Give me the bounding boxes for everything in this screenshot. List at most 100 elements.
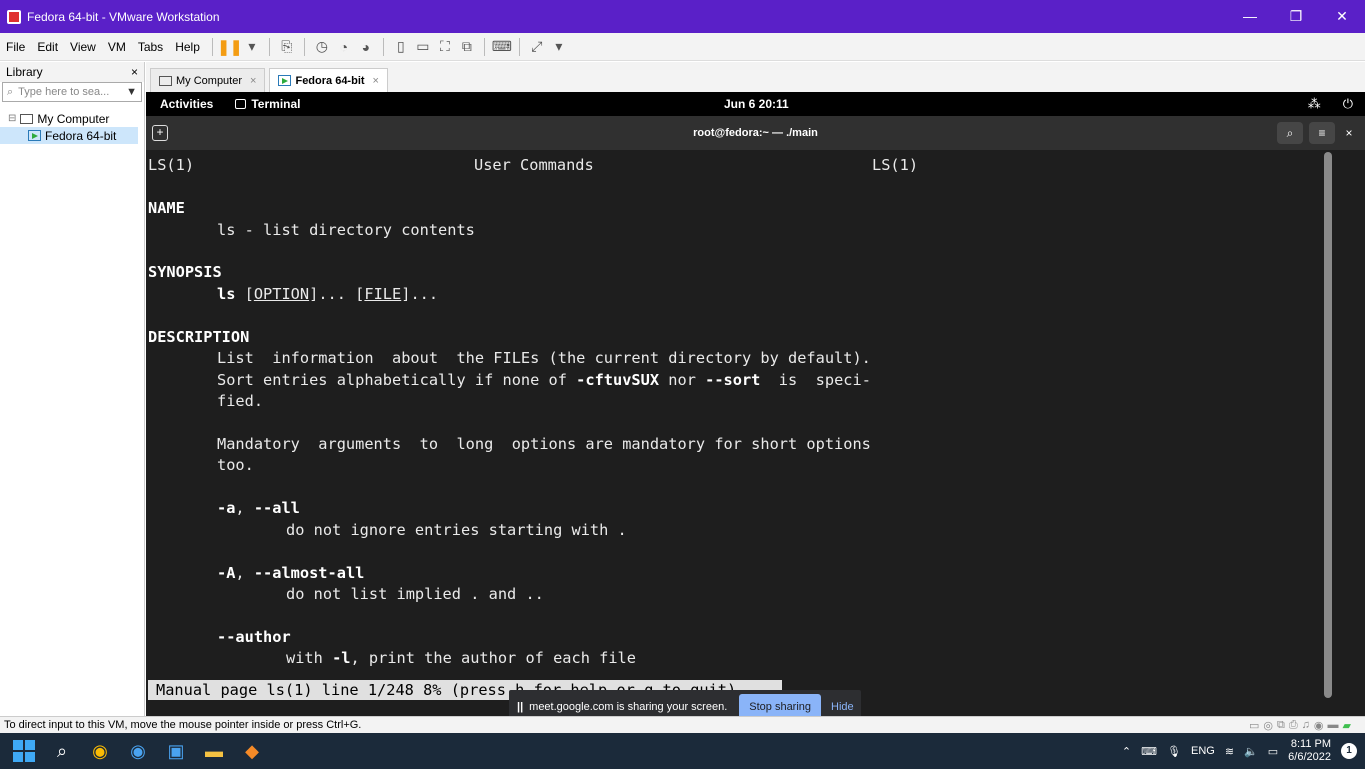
- menu-edit[interactable]: Edit: [31, 40, 64, 54]
- show-library-icon[interactable]: ▯: [390, 37, 412, 57]
- file-explorer-icon[interactable]: ▬: [200, 737, 228, 765]
- keyboard-icon[interactable]: ⌨: [1141, 745, 1157, 758]
- restore-button[interactable]: ❐: [1273, 8, 1319, 25]
- name-description: ls - list directory contents: [217, 221, 475, 239]
- tree-item-my-computer[interactable]: ⊟ My Computer: [0, 110, 144, 127]
- option-almost-all: -A, --almost-all: [217, 564, 365, 582]
- tree-item-fedora[interactable]: Fedora 64-bit: [0, 127, 138, 144]
- menu-tabs[interactable]: Tabs: [132, 40, 169, 54]
- library-panel: Library × ⌕ Type here to sea... ▼ ⊟ My C…: [0, 62, 145, 716]
- unity-icon[interactable]: ⧉: [456, 37, 478, 57]
- snapshot-icon[interactable]: ◷: [311, 37, 333, 57]
- window-controls: — ❐ ✕: [1227, 8, 1365, 25]
- microphone-icon[interactable]: 🎙: [1167, 745, 1181, 758]
- terminal-output[interactable]: LS(1) User Commands LS(1) NAME ls - list d…: [146, 150, 1356, 716]
- taskbar-clock[interactable]: 8:11 PM 6/6/2022: [1288, 738, 1331, 764]
- power-icon: ⏻: [1342, 96, 1353, 111]
- sublime-icon[interactable]: ◆: [238, 737, 266, 765]
- search-icon[interactable]: ⌕: [1277, 122, 1303, 144]
- minimize-button[interactable]: —: [1227, 8, 1273, 25]
- new-tab-icon[interactable]: +: [152, 125, 168, 141]
- option-author: --author: [217, 628, 291, 646]
- notification-badge[interactable]: 1: [1341, 743, 1357, 759]
- menu-file[interactable]: File: [0, 40, 31, 54]
- full-screen-icon[interactable]: ⛶: [434, 37, 456, 57]
- vmware-taskbar-icon[interactable]: ▣: [162, 737, 190, 765]
- wifi-icon[interactable]: ≋: [1225, 745, 1234, 758]
- vm-icon: [28, 130, 41, 141]
- option-author-description: with -l, print the author of each file: [286, 649, 636, 667]
- printer-icon[interactable]: ⎙: [1289, 719, 1298, 732]
- battery-icon[interactable]: ▭: [1268, 745, 1278, 758]
- terminal-app-menu[interactable]: Terminal: [235, 97, 300, 111]
- usb-icon[interactable]: ◉: [1314, 719, 1324, 732]
- windows-taskbar: ⌕ ◉ ◉ ▣ ▬ ◆ ⌃ ⌨ 🎙 ENG ≋ 🔈 ▭ 8:11 PM 6/6/…: [0, 733, 1365, 769]
- toolbar-separator: [211, 37, 213, 56]
- close-button[interactable]: ✕: [1319, 8, 1365, 25]
- thumbnail-bar-icon[interactable]: ▭: [412, 37, 434, 57]
- toolbar-separator: [268, 37, 270, 56]
- hide-button[interactable]: Hide: [831, 701, 854, 713]
- computer-icon: [20, 113, 34, 124]
- toolbar-separator: [303, 37, 305, 56]
- section-name: NAME: [148, 199, 185, 217]
- search-dropdown-icon[interactable]: ▼: [126, 86, 137, 98]
- gnome-clock[interactable]: Jun 6 20:11: [724, 97, 789, 111]
- menu-view[interactable]: View: [64, 40, 102, 54]
- stretch-dropdown-icon[interactable]: ▾: [548, 37, 570, 57]
- description-line: Mandatory arguments to long options are …: [217, 435, 871, 453]
- share-message: meet.google.com is sharing your screen.: [529, 700, 728, 713]
- sound-icon[interactable]: ♫: [1302, 719, 1310, 732]
- dropdown-chevron-icon[interactable]: ▾: [241, 37, 263, 57]
- gnome-top-bar: Activities Terminal Jun 6 20:11 ⁂ ⏻: [146, 92, 1365, 116]
- language-indicator[interactable]: ENG: [1191, 745, 1215, 757]
- start-button[interactable]: [10, 737, 38, 765]
- tree-item-label: My Computer: [37, 111, 110, 126]
- chrome-icon[interactable]: ◉: [86, 737, 114, 765]
- man-header: LS(1) User Commands LS(1): [148, 156, 919, 174]
- tab-close-icon[interactable]: ×: [250, 75, 256, 87]
- option-all-description: do not ignore entries starting with .: [286, 521, 627, 539]
- activities-button[interactable]: Activities: [160, 97, 213, 111]
- search-icon[interactable]: ⌕: [48, 737, 76, 765]
- cd-icon[interactable]: ◎: [1263, 719, 1273, 732]
- network-icon: ⁂: [1307, 96, 1321, 111]
- console-view-icon[interactable]: ⌨: [491, 37, 513, 57]
- menu-bar: File Edit View VM Tabs Help ❚❚ ▾ ⎘ ◷ ◔ ◕…: [0, 33, 1365, 61]
- terminal-scrollbar[interactable]: [1324, 152, 1332, 698]
- hard-disk-icon[interactable]: ▭: [1249, 719, 1259, 732]
- library-search-input[interactable]: ⌕ Type here to sea... ▼: [2, 82, 142, 102]
- message-icon[interactable]: ▰: [1343, 719, 1351, 732]
- description-line: List information about the FILEs (the cu…: [217, 349, 871, 367]
- vmware-status-bar: To direct input to this VM, move the mou…: [0, 716, 1365, 733]
- send-ctrl-alt-del-icon[interactable]: ⎘: [276, 37, 298, 57]
- chrome-canary-icon[interactable]: ◉: [124, 737, 152, 765]
- terminal-header-bar: + root@fedora:~ — ./main ⌕ ≡ ×: [146, 116, 1365, 150]
- library-close-icon[interactable]: ×: [131, 65, 138, 79]
- collapse-icon[interactable]: ⊟: [8, 113, 16, 124]
- menu-vm[interactable]: VM: [102, 40, 132, 54]
- window-title: Fedora 64-bit - VMware Workstation: [27, 9, 220, 24]
- library-tree: ⊟ My Computer Fedora 64-bit: [0, 102, 144, 144]
- hamburger-menu-icon[interactable]: ≡: [1309, 122, 1335, 144]
- pause-vm-icon[interactable]: ❚❚: [217, 37, 242, 57]
- gnome-status-area[interactable]: ⁂ ⏻: [1308, 96, 1353, 112]
- revert-snapshot-icon[interactable]: ◔: [333, 37, 355, 57]
- tab-my-computer[interactable]: My Computer ×: [150, 68, 266, 92]
- section-description: DESCRIPTION: [148, 328, 250, 346]
- snapshot-manager-icon[interactable]: ◕: [355, 37, 377, 57]
- taskbar-date: 6/6/2022: [1288, 751, 1331, 763]
- library-header: Library ×: [0, 62, 144, 82]
- volume-icon[interactable]: 🔈: [1244, 745, 1258, 758]
- device-icons: ▭ ◎ ⧉ ⎙ ♫ ◉ ▬ ▰: [1249, 719, 1351, 732]
- tray-overflow-icon[interactable]: ⌃: [1122, 745, 1131, 758]
- stretch-guest-icon[interactable]: ⤢: [526, 37, 548, 57]
- tab-fedora[interactable]: Fedora 64-bit ×: [269, 68, 388, 92]
- menu-help[interactable]: Help: [169, 40, 206, 54]
- close-icon[interactable]: ×: [1341, 122, 1357, 144]
- section-synopsis: SYNOPSIS: [148, 263, 222, 281]
- vm-screen[interactable]: Activities Terminal Jun 6 20:11 ⁂ ⏻ + ro…: [146, 92, 1365, 716]
- tab-close-icon[interactable]: ×: [373, 75, 379, 87]
- display-icon[interactable]: ▬: [1328, 719, 1339, 732]
- network-adapter-icon[interactable]: ⧉: [1277, 719, 1285, 732]
